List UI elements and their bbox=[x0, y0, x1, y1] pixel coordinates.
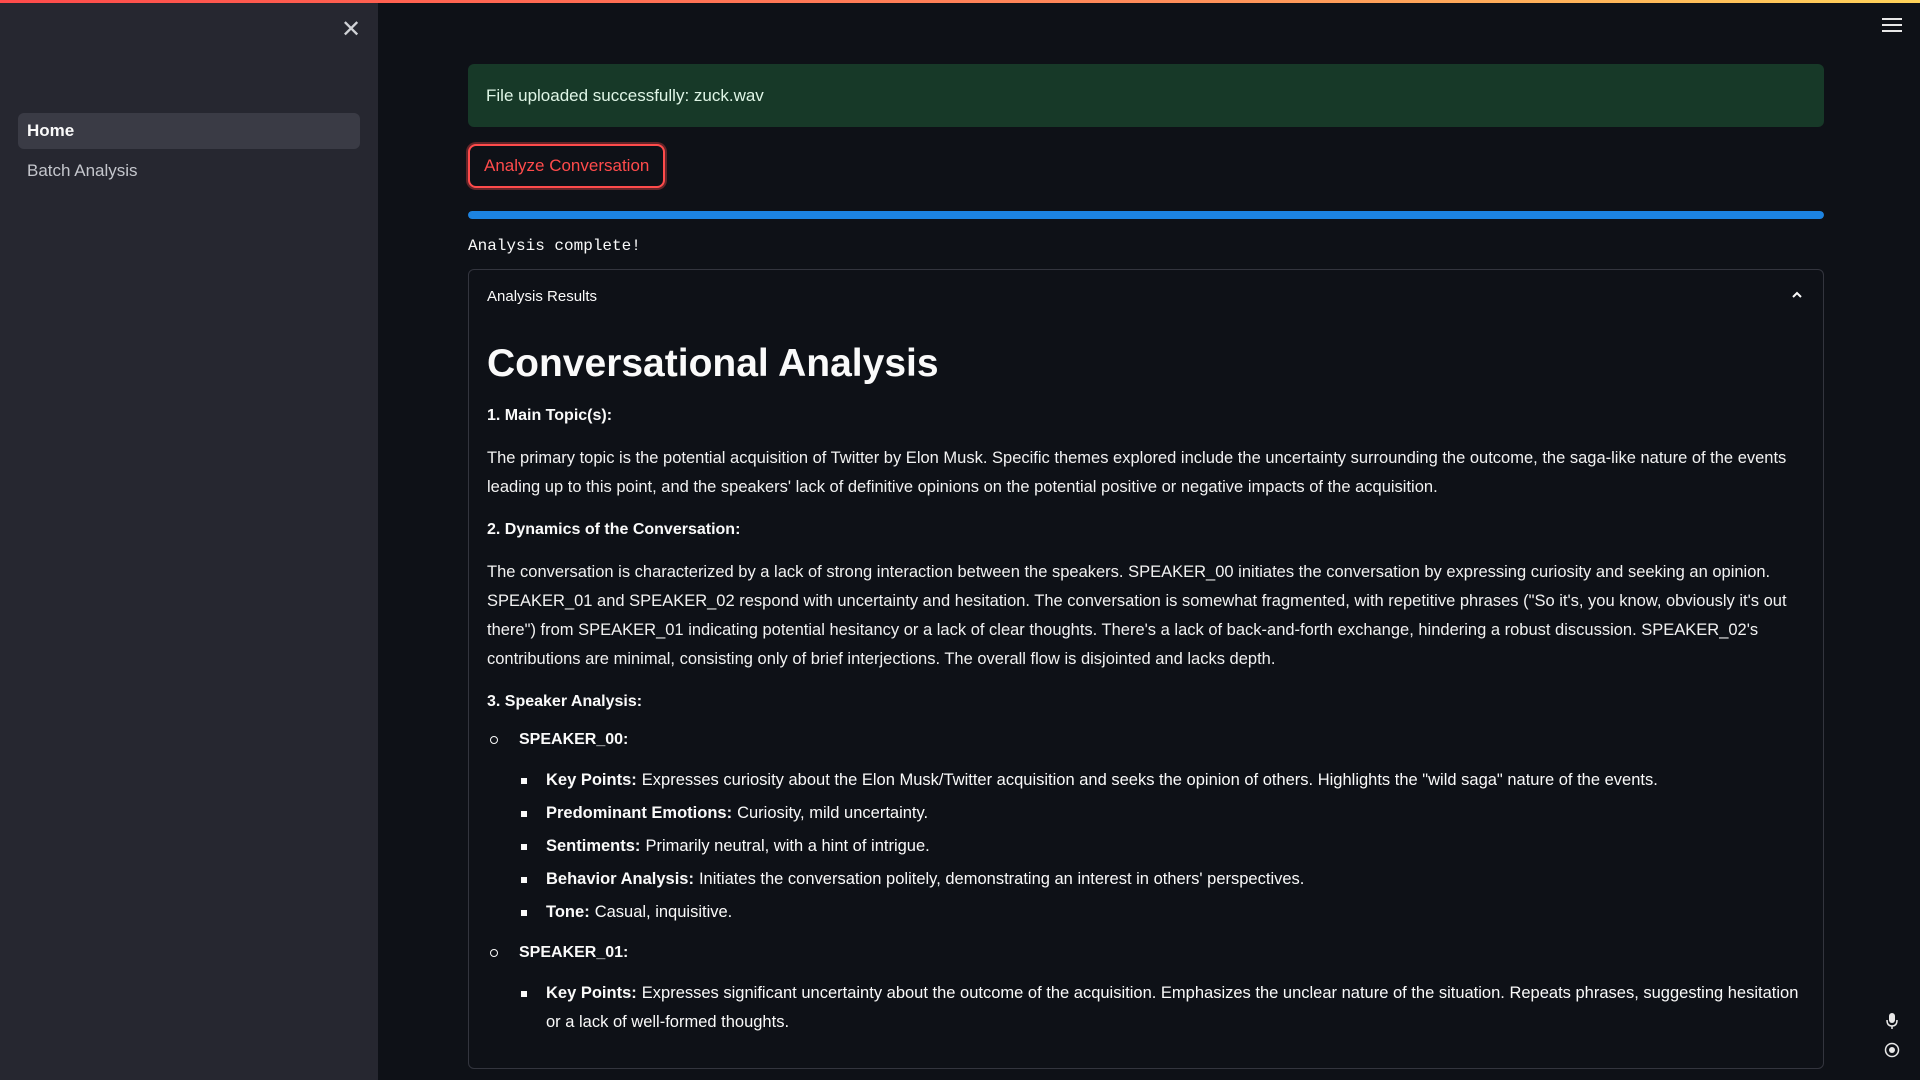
bullet-circle-icon bbox=[490, 949, 498, 957]
sidebar: ✕ Home Batch Analysis bbox=[0, 0, 378, 1080]
bullet-circle-icon bbox=[490, 736, 498, 744]
point-label: Key Points: bbox=[546, 771, 637, 789]
hamburger-menu-icon[interactable] bbox=[1882, 18, 1902, 36]
top-decoration-stripe bbox=[0, 0, 1920, 3]
progress-bar bbox=[468, 211, 1824, 219]
bullet-square-icon bbox=[521, 877, 527, 883]
list-item: Behavior Analysis: Initiates the conversa… bbox=[521, 865, 1805, 894]
point-label: Key Points: bbox=[546, 984, 637, 1002]
speaker-list-item: SPEAKER_01: bbox=[487, 941, 1805, 965]
sidebar-nav: Home Batch Analysis bbox=[18, 113, 360, 193]
speaker-points-list: Key Points: Expresses significant uncerta… bbox=[487, 979, 1805, 1037]
analysis-results-expander: Analysis Results Conversational Analysis… bbox=[468, 269, 1824, 1069]
bottom-right-toolbar bbox=[1883, 1012, 1901, 1072]
list-item: Key Points: Expresses curiosity about the… bbox=[521, 766, 1805, 795]
main-content: File uploaded successfully: zuck.wav Ana… bbox=[468, 64, 1824, 1069]
point-text: Casual, inquisitive. bbox=[594, 903, 733, 921]
section-title-dynamics: 2. Dynamics of the Conversation: bbox=[487, 521, 741, 538]
list-item: Tone: Casual, inquisitive. bbox=[521, 898, 1805, 927]
point-label: Tone: bbox=[546, 903, 590, 921]
expander-header[interactable]: Analysis Results bbox=[469, 270, 1823, 322]
sidebar-item-batch-analysis[interactable]: Batch Analysis bbox=[18, 153, 360, 189]
point-text: Expresses curiosity about the Elon Musk/… bbox=[641, 771, 1658, 789]
progress-bar-fill bbox=[468, 211, 1824, 219]
close-icon[interactable]: ✕ bbox=[339, 18, 363, 42]
bullet-square-icon bbox=[521, 844, 527, 850]
point-text: Primarily neutral, with a hint of intrig… bbox=[645, 837, 930, 855]
bullet-square-icon bbox=[521, 811, 527, 817]
bullet-square-icon bbox=[521, 991, 527, 997]
section-title-main-topics: 1. Main Topic(s): bbox=[487, 407, 613, 424]
section-paragraph-dynamics: The conversation is characterized by a l… bbox=[487, 563, 1787, 668]
point-label: Behavior Analysis: bbox=[546, 870, 694, 888]
speaker-name: SPEAKER_01: bbox=[519, 944, 629, 961]
point-text: Expresses significant uncertainty about … bbox=[546, 984, 1799, 1031]
point-text: Initiates the conversation politely, dem… bbox=[698, 870, 1305, 888]
bullet-square-icon bbox=[521, 910, 527, 916]
sidebar-item-home[interactable]: Home bbox=[18, 113, 360, 149]
status-text: Analysis complete! bbox=[468, 237, 641, 255]
section-paragraph-main-topics: The primary topic is the potential acqui… bbox=[487, 449, 1787, 496]
speaker-name: SPEAKER_00: bbox=[519, 731, 629, 748]
point-label: Predominant Emotions: bbox=[546, 804, 733, 822]
section-title-speaker-analysis: 3. Speaker Analysis: bbox=[487, 693, 643, 710]
list-item: Key Points: Expresses significant uncerta… bbox=[521, 979, 1805, 1037]
speaker-list-item: SPEAKER_00: bbox=[487, 728, 1805, 752]
microphone-icon[interactable] bbox=[1883, 1012, 1901, 1034]
record-icon[interactable] bbox=[1883, 1042, 1901, 1064]
expander-body: Conversational Analysis 1. Main Topic(s)… bbox=[469, 340, 1823, 1037]
chevron-up-icon[interactable] bbox=[1789, 288, 1805, 304]
bullet-square-icon bbox=[521, 778, 527, 784]
list-item: Sentiments: Primarily neutral, with a hin… bbox=[521, 832, 1805, 861]
analysis-heading: Conversational Analysis bbox=[487, 342, 939, 385]
analyze-conversation-button[interactable]: Analyze Conversation bbox=[468, 144, 666, 188]
speaker-points-list: Key Points: Expresses curiosity about the… bbox=[487, 766, 1805, 927]
expander-title: Analysis Results bbox=[487, 287, 598, 305]
point-label: Sentiments: bbox=[546, 837, 641, 855]
upload-success-alert: File uploaded successfully: zuck.wav bbox=[468, 64, 1824, 127]
list-item: Predominant Emotions: Curiosity, mild unc… bbox=[521, 799, 1805, 828]
point-text: Curiosity, mild uncertainty. bbox=[737, 804, 929, 822]
